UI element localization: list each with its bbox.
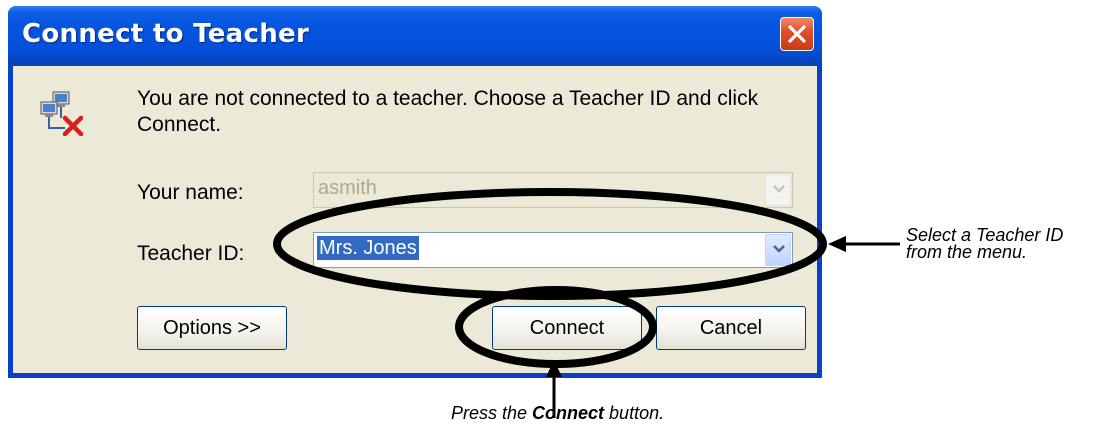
connect-note-pre: Press the [451, 403, 533, 423]
connect-note-post: button. [604, 403, 665, 423]
teacher-id-note-line2: from the menu. [906, 242, 1028, 262]
connect-highlight-ellipse [455, 286, 657, 368]
teacher-id-highlight-ellipse [273, 188, 827, 300]
teacher-note-arrowhead [828, 236, 846, 252]
connect-note-bold: Connect [532, 403, 605, 423]
teacher-id-note: Select a Teacher ID from the menu. [906, 226, 1063, 262]
annotation-overlay [273, 188, 900, 418]
connect-note: Press the Connect button. [451, 403, 665, 423]
